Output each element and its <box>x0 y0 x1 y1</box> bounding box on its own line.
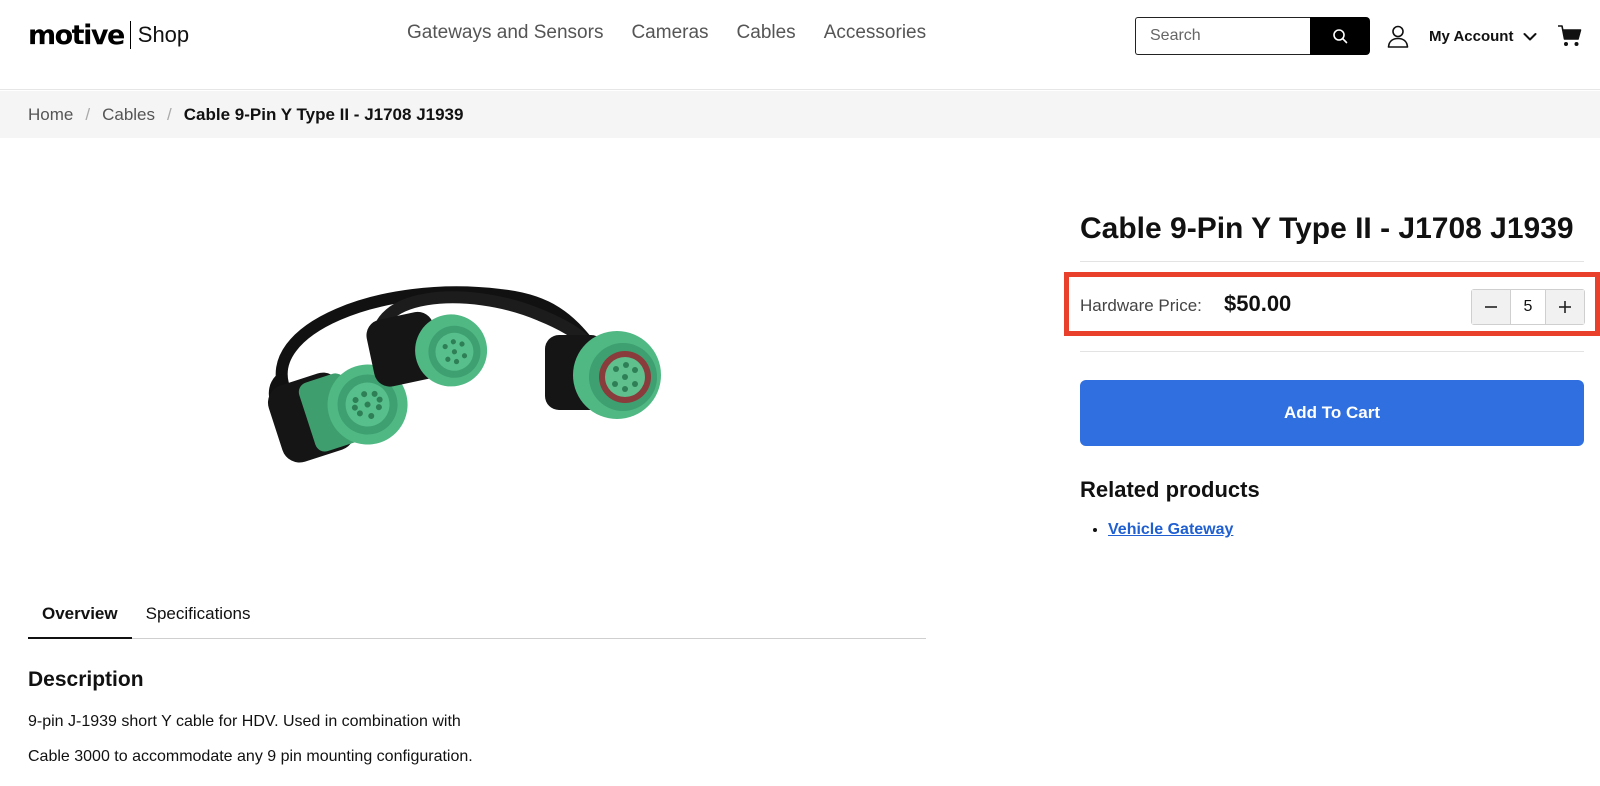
description-line-2: Cable 3000 to accommodate any 9 pin moun… <box>28 748 473 765</box>
my-account-menu[interactable]: My Account <box>1429 28 1537 45</box>
add-to-cart-button[interactable]: Add To Cart <box>1080 380 1584 446</box>
search-input[interactable] <box>1135 17 1310 55</box>
breadcrumb-separator: / <box>85 104 91 124</box>
site-header: motive Shop Gateways and Sensors Cameras… <box>0 0 1600 90</box>
search-icon <box>1333 29 1348 44</box>
quantity-input[interactable] <box>1510 290 1546 324</box>
nav-cameras[interactable]: Cameras <box>631 22 708 44</box>
tab-overview[interactable]: Overview <box>28 590 132 639</box>
product-image <box>267 286 661 463</box>
decrease-quantity-button[interactable] <box>1472 290 1510 324</box>
breadcrumb: Home / Cables / Cable 9-Pin Y Type II - … <box>0 91 1600 138</box>
minus-icon <box>1485 306 1497 308</box>
description-heading: Description <box>28 668 144 691</box>
product-tabs: Overview Specifications <box>28 590 926 639</box>
chevron-down-icon <box>1523 32 1537 40</box>
breadcrumb-separator: / <box>167 104 172 124</box>
related-products-list: Vehicle Gateway <box>1108 521 1233 539</box>
related-products-heading: Related products <box>1080 477 1260 502</box>
description-line-1: 9-pin J-1939 short Y cable for HDV. Used… <box>28 713 461 730</box>
product-title: Cable 9-Pin Y Type II - J1708 J1939 <box>1080 212 1574 245</box>
quantity-stepper <box>1471 289 1585 325</box>
breadcrumb-cables[interactable]: Cables <box>102 105 155 125</box>
brand-logo[interactable]: motive Shop <box>28 18 189 52</box>
my-account-label: My Account <box>1429 28 1514 45</box>
related-product-link[interactable]: Vehicle Gateway <box>1108 521 1233 538</box>
brand-suffix: Shop <box>137 22 190 47</box>
tab-specifications[interactable]: Specifications <box>132 590 265 639</box>
brand-wordmark: motive <box>28 19 125 51</box>
list-item: Vehicle Gateway <box>1108 521 1233 539</box>
plus-icon <box>1559 301 1571 313</box>
breadcrumb-current: Cable 9-Pin Y Type II - J1708 J1939 <box>183 104 464 124</box>
nav-gateways-and-sensors[interactable]: Gateways and Sensors <box>407 22 603 44</box>
main-nav: Gateways and Sensors Cameras Cables Acce… <box>407 22 926 44</box>
search-button[interactable] <box>1310 17 1370 55</box>
nav-cables[interactable]: Cables <box>737 22 796 44</box>
price-value: $50.00 <box>1224 291 1292 316</box>
divider <box>1080 261 1584 262</box>
logo-divider <box>129 21 131 49</box>
nav-accessories[interactable]: Accessories <box>824 22 926 44</box>
divider <box>1080 351 1584 352</box>
breadcrumb-home[interactable]: Home <box>28 105 73 125</box>
price-label: Hardware Price: <box>1080 296 1202 315</box>
increase-quantity-button[interactable] <box>1546 290 1584 324</box>
user-icon[interactable] <box>1386 24 1410 48</box>
cart-icon[interactable] <box>1557 24 1583 48</box>
